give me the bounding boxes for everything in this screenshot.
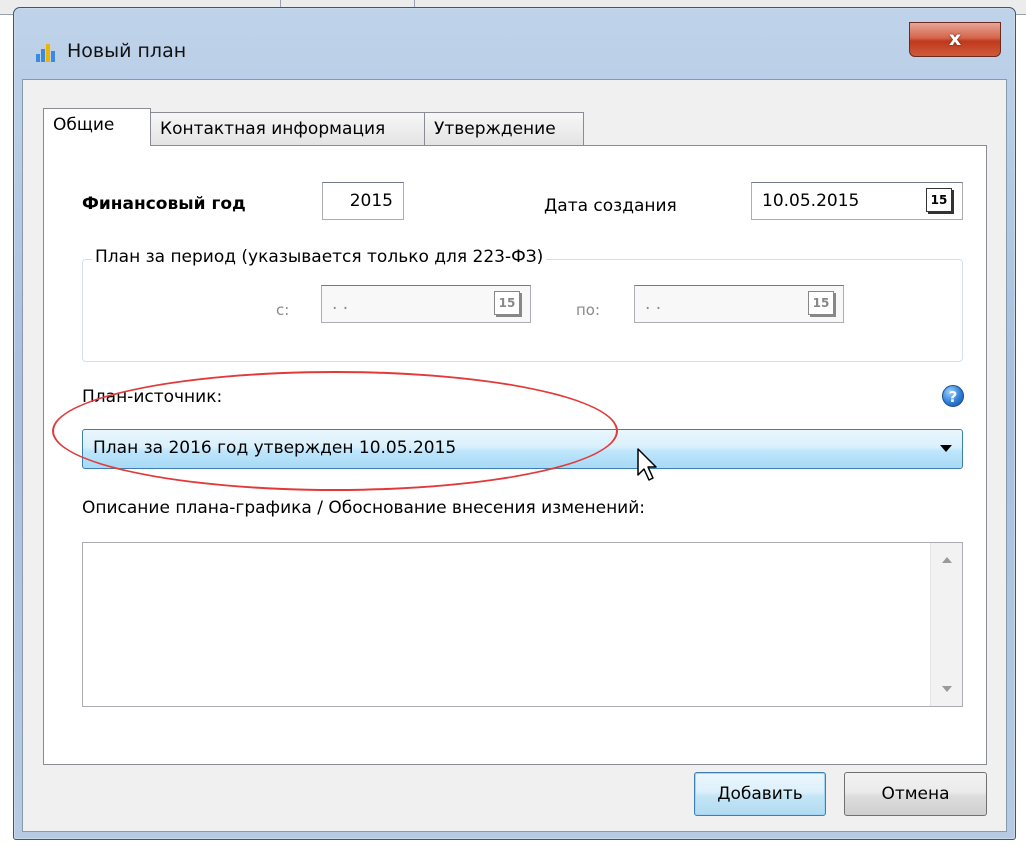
period-to-value: . . (645, 294, 662, 314)
description-textarea[interactable] (82, 542, 963, 707)
vertical-scrollbar[interactable] (930, 543, 962, 706)
tab-contact-info[interactable]: Контактная информация (150, 112, 425, 146)
fiscal-year-input[interactable]: 2015 (322, 182, 404, 220)
cancel-button[interactable]: Отмена (844, 772, 987, 816)
tab-label: Контактная информация (160, 119, 386, 139)
window-title: Новый план (67, 40, 187, 62)
source-plan-select[interactable]: План за 2016 год утвержден 10.05.2015 (82, 429, 963, 469)
period-from-value: . . (332, 294, 349, 314)
title-bar[interactable]: Новый план x (14, 8, 1015, 74)
close-icon: x (948, 28, 962, 50)
scroll-up-icon[interactable] (942, 557, 952, 563)
fiscal-year-label: Финансовый год (82, 194, 246, 214)
tab-label: Общие (53, 115, 115, 135)
description-label: Описание плана-графика / Обоснование вне… (82, 498, 646, 518)
period-from-label: с: (276, 301, 290, 319)
new-plan-dialog: Новый план x Общие Контактная информация… (13, 7, 1016, 840)
source-plan-selected-value: План за 2016 год утвержден 10.05.2015 (93, 438, 457, 458)
tab-panel-general: Финансовый год 2015 Дата создания 10.05.… (43, 145, 987, 765)
creation-date-label: Дата создания (544, 196, 677, 216)
dialog-client-area: Общие Контактная информация Утверждение … (22, 79, 1007, 832)
tab-approval[interactable]: Утверждение (424, 112, 584, 146)
calendar-icon[interactable]: 15 (494, 291, 520, 315)
mouse-cursor-icon (637, 448, 657, 481)
scroll-down-icon[interactable] (942, 686, 952, 692)
add-button[interactable]: Добавить (694, 772, 826, 816)
period-to-label: по: (576, 301, 601, 319)
calendar-icon[interactable]: 15 (808, 291, 834, 315)
calendar-icon[interactable]: 15 (926, 188, 952, 212)
period-legend: План за период (указывается только для 2… (92, 247, 547, 267)
tab-label: Утверждение (434, 119, 556, 139)
creation-date-value: 10.05.2015 (762, 191, 860, 211)
help-icon[interactable]: ? (942, 385, 964, 407)
tab-general[interactable]: Общие (43, 108, 151, 146)
bar-chart-icon (36, 42, 56, 62)
chevron-down-icon[interactable] (940, 445, 952, 452)
source-plan-label: План-источник: (82, 387, 223, 407)
close-button[interactable]: x (909, 22, 1001, 57)
